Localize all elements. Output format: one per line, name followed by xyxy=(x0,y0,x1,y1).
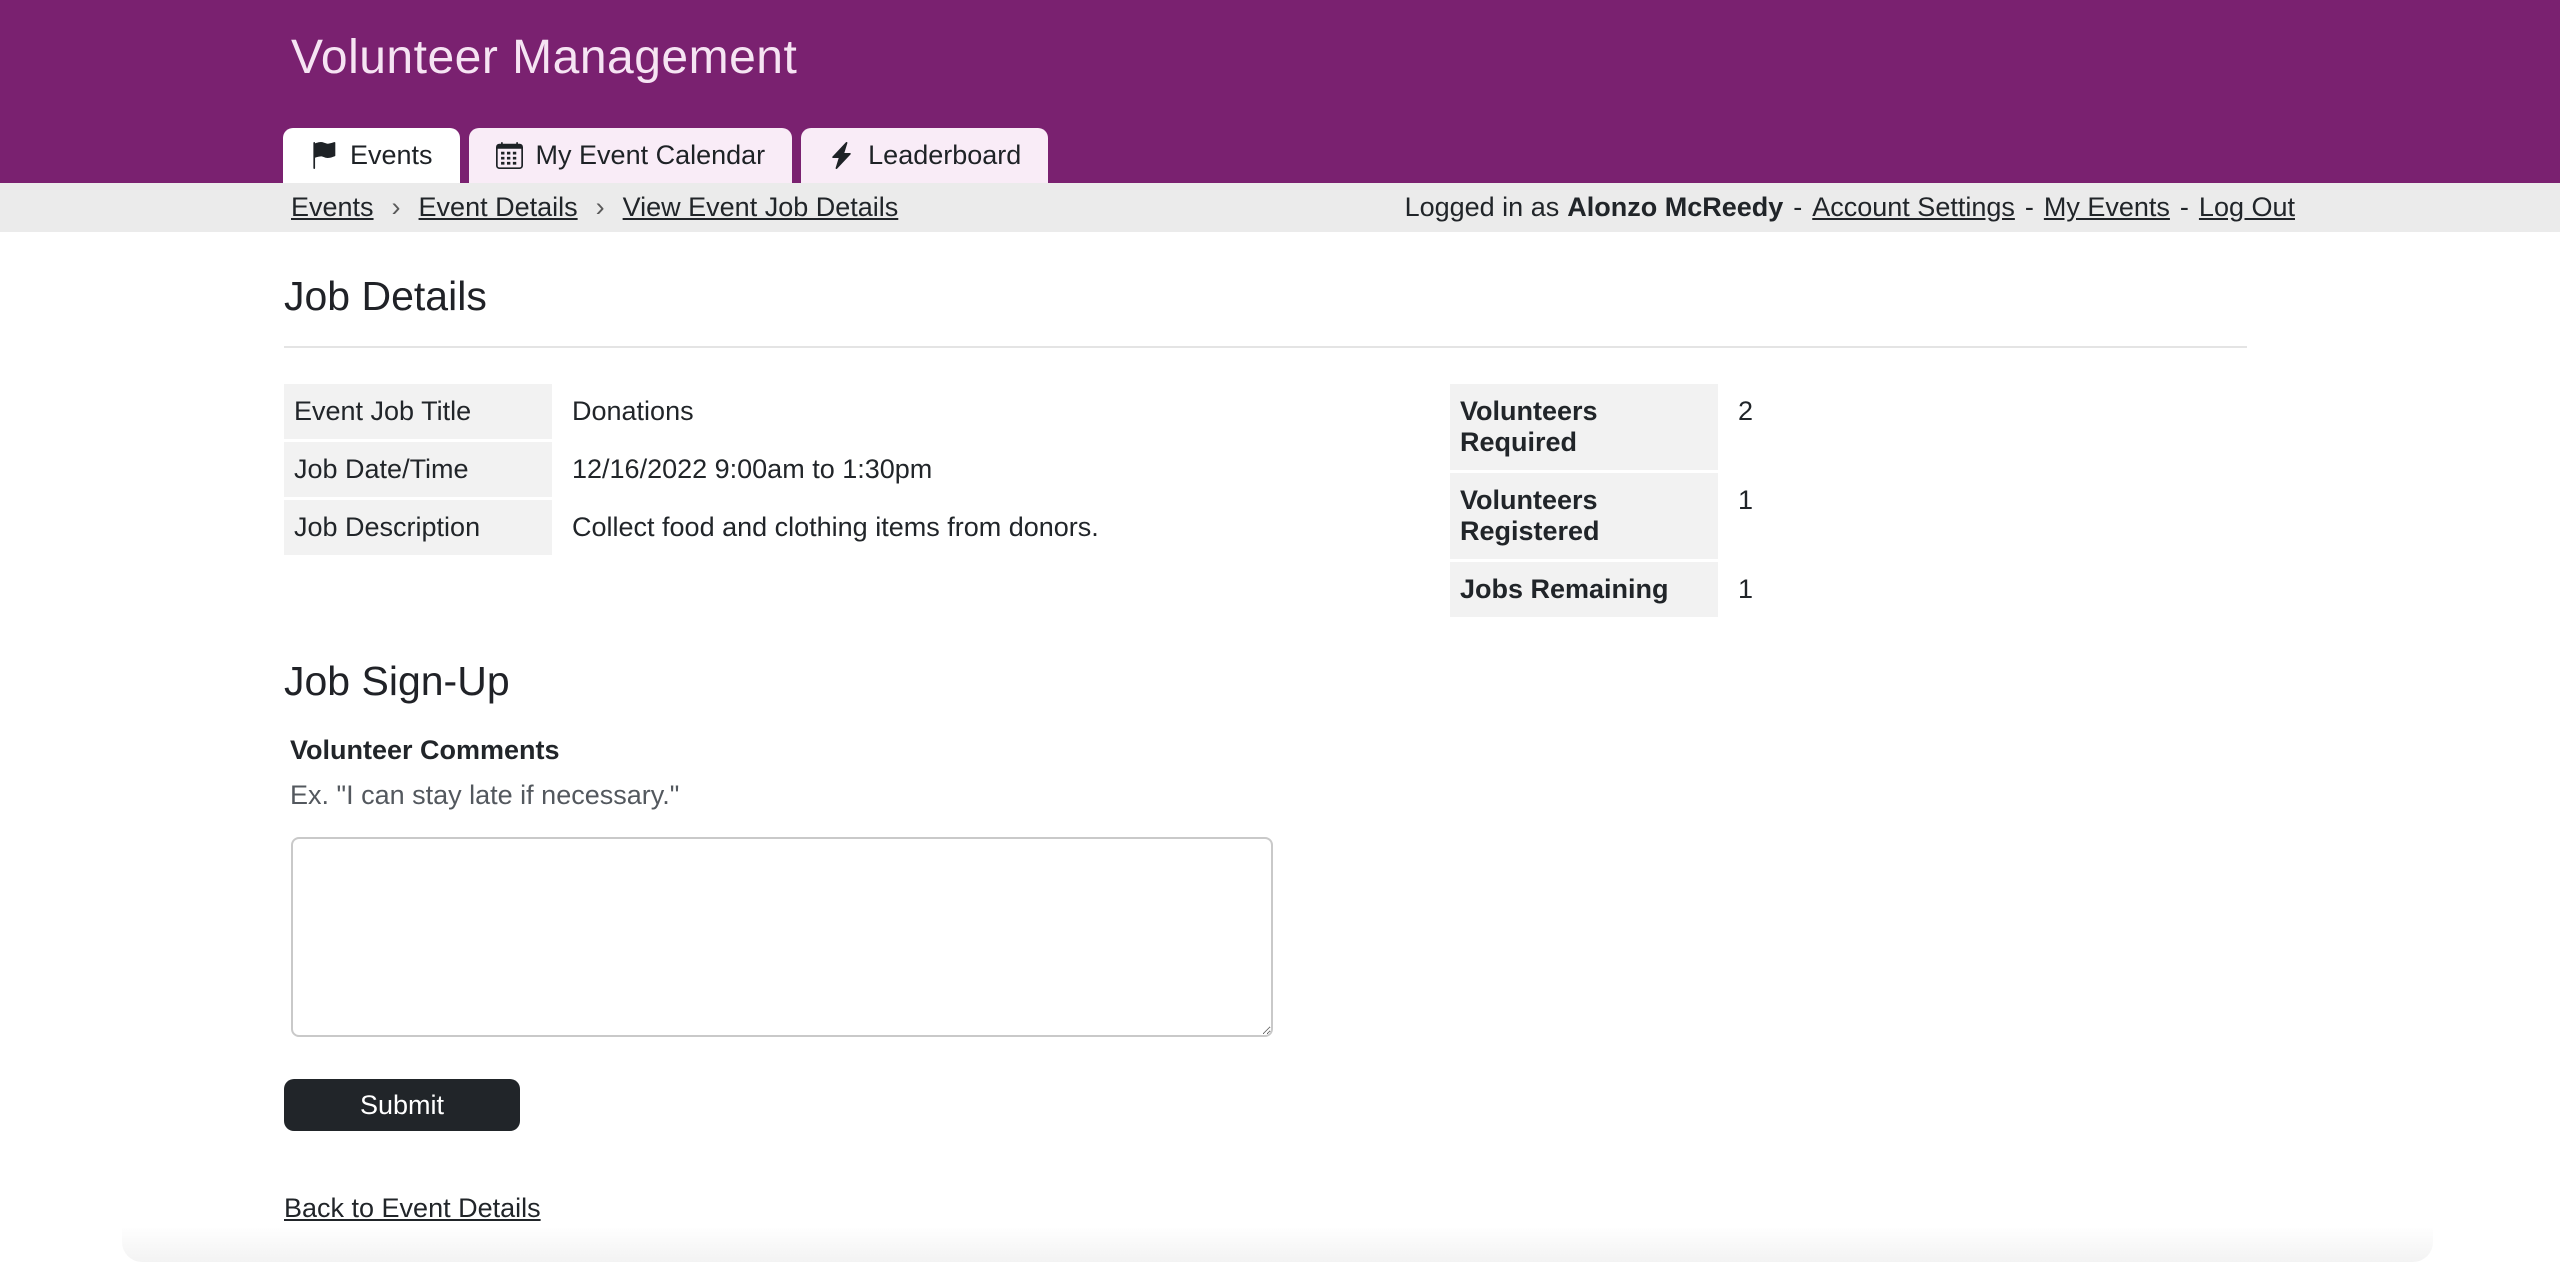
separator: - xyxy=(2180,192,2189,223)
row-label: Job Description xyxy=(284,500,552,555)
tab-events[interactable]: Events xyxy=(283,128,460,183)
log-out-link[interactable]: Log Out xyxy=(2199,192,2295,223)
breadcrumb: Events › Event Details › View Event Job … xyxy=(291,192,898,223)
row-value: 1 xyxy=(1718,562,1753,617)
table-row: Event Job Title Donations xyxy=(284,384,1384,439)
volunteer-comments-label: Volunteer Comments xyxy=(290,735,2247,766)
row-label: Volunteers Registered xyxy=(1450,473,1718,559)
main-content: Job Details Event Job Title Donations Jo… xyxy=(0,273,2560,1224)
separator: - xyxy=(2025,192,2034,223)
row-label: Jobs Remaining xyxy=(1450,562,1718,617)
tab-label: Leaderboard xyxy=(868,140,1021,171)
app-header: Volunteer Management Events My Event Cal… xyxy=(0,0,2560,183)
volunteer-comments-input[interactable] xyxy=(291,837,1273,1037)
app-title: Volunteer Management xyxy=(291,30,797,85)
row-label: Event Job Title xyxy=(284,384,552,439)
back-to-event-details-link[interactable]: Back to Event Details xyxy=(284,1193,541,1224)
page: Volunteer Management Events My Event Cal… xyxy=(0,0,2560,1224)
breadcrumb-link-events[interactable]: Events xyxy=(291,192,374,223)
volunteer-stats-table: Volunteers Required 2 Volunteers Registe… xyxy=(1450,384,2247,620)
submit-button[interactable]: Submit xyxy=(284,1079,520,1131)
row-value: 1 xyxy=(1718,473,1753,559)
table-row: Job Description Collect food and clothin… xyxy=(284,500,1384,555)
logged-in-as-text: Logged in as xyxy=(1405,192,1560,223)
row-value: Donations xyxy=(552,384,694,439)
table-row: Volunteers Registered 1 xyxy=(1450,473,2247,559)
tab-label: My Event Calendar xyxy=(536,140,766,171)
breadcrumb-link-view-event-job-details[interactable]: View Event Job Details xyxy=(623,192,899,223)
tab-leaderboard[interactable]: Leaderboard xyxy=(801,128,1048,183)
separator: - xyxy=(1793,192,1802,223)
divider xyxy=(284,346,2247,348)
row-value: 2 xyxy=(1718,384,1753,470)
breadcrumb-bar: Events › Event Details › View Event Job … xyxy=(0,183,2560,232)
calendar-icon xyxy=(496,142,523,169)
tab-bar: Events My Event Calendar Leaderboard xyxy=(283,128,1048,183)
breadcrumb-separator-icon: › xyxy=(392,192,401,223)
row-value: Collect food and clothing items from don… xyxy=(552,500,1099,555)
tab-my-event-calendar[interactable]: My Event Calendar xyxy=(469,128,793,183)
row-value: 12/16/2022 9:00am to 1:30pm xyxy=(552,442,932,497)
lightning-icon xyxy=(828,142,855,169)
table-row: Job Date/Time 12/16/2022 9:00am to 1:30p… xyxy=(284,442,1384,497)
job-details-table: Event Job Title Donations Job Date/Time … xyxy=(284,384,1384,620)
table-row: Jobs Remaining 1 xyxy=(1450,562,2247,617)
breadcrumb-separator-icon: › xyxy=(596,192,605,223)
job-details-tables: Event Job Title Donations Job Date/Time … xyxy=(284,384,2247,620)
account-settings-link[interactable]: Account Settings xyxy=(1812,192,2015,223)
breadcrumb-link-event-details[interactable]: Event Details xyxy=(419,192,578,223)
username: Alonzo McReedy xyxy=(1567,192,1783,223)
user-bar: Logged in as Alonzo McReedy - Account Se… xyxy=(1405,192,2295,223)
tab-label: Events xyxy=(350,140,433,171)
job-details-heading: Job Details xyxy=(284,273,2247,320)
content-card-bottom-shadow xyxy=(122,1228,2433,1262)
my-events-link[interactable]: My Events xyxy=(2044,192,2170,223)
row-label: Job Date/Time xyxy=(284,442,552,497)
row-label: Volunteers Required xyxy=(1450,384,1718,470)
job-signup-heading: Job Sign-Up xyxy=(284,658,2247,705)
flag-icon xyxy=(310,142,337,169)
table-row: Volunteers Required 2 xyxy=(1450,384,2247,470)
volunteer-comments-hint: Ex. "I can stay late if necessary." xyxy=(290,780,2247,811)
